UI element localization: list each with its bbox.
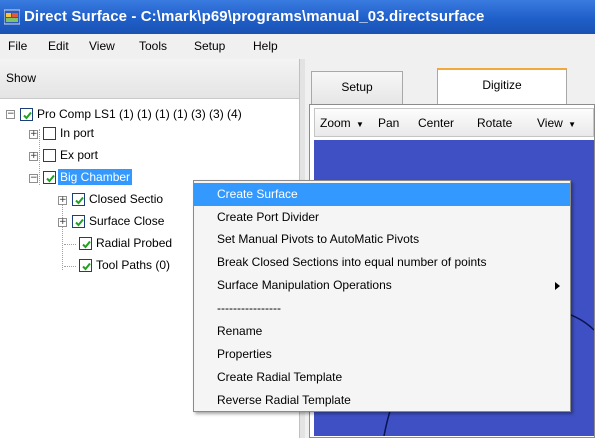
pan-button[interactable]: Pan [378,116,399,130]
tree-node-label[interactable]: Closed Sectio [87,191,165,207]
tree-node-tool-paths[interactable]: Tool Paths (0) [0,257,195,275]
menu-rename[interactable]: Rename [194,320,570,343]
checkbox-checked-icon[interactable] [20,108,33,121]
checkbox-checked-icon[interactable] [79,237,92,250]
dropdown-arrow-icon: ▼ [356,120,364,129]
checkbox-unchecked-icon[interactable] [43,127,56,140]
tree-node-pro-comp[interactable]: − Pro Comp LS1 (1) (1) (1) (1) (3) (3) (… [0,106,299,124]
submenu-arrow-icon [555,282,560,290]
checkbox-checked-icon[interactable] [79,259,92,272]
menu-break-closed-sections[interactable]: Break Closed Sections into equal number … [194,251,570,274]
window-title: Direct Surface - C:\mark\p69\programs\ma… [24,8,485,25]
tree-node-ex-port[interactable]: + Ex port [0,147,200,165]
menu-reverse-radial-template[interactable]: Reverse Radial Template [194,389,570,412]
dropdown-arrow-icon: ▼ [568,120,577,129]
expand-toggle-icon[interactable]: + [29,152,38,161]
menu-create-surface[interactable]: Create Surface [194,183,570,206]
context-menu: Create Surface Create Port Divider Set M… [193,180,571,412]
menu-properties[interactable]: Properties [194,343,570,366]
tab-digitize[interactable]: Digitize [437,68,567,105]
menu-view[interactable]: View [89,39,115,53]
tree-node-label[interactable]: Ex port [58,147,100,163]
tree-node-label[interactable]: Surface Close [87,213,166,229]
menu-separator: ---------------- [217,301,281,315]
menu-tools[interactable]: Tools [139,39,167,53]
view-label: View [537,116,563,130]
menu-surface-manipulation[interactable]: Surface Manipulation Operations [194,274,570,297]
menu-bar: File Edit View Tools Setup Help [0,34,595,59]
checkbox-checked-icon[interactable] [72,215,85,228]
zoom-label: Zoom [320,116,351,130]
tree-node-label[interactable]: In port [58,125,96,141]
app-icon [3,9,21,25]
collapse-toggle-icon[interactable]: − [6,110,15,119]
menu-help[interactable]: Help [253,39,278,53]
tree-node-surface-closed[interactable]: + Surface Close [0,213,195,231]
tab-setup[interactable]: Setup [311,71,403,104]
view-dropdown[interactable]: View ▼ [537,116,576,130]
menu-surface-manipulation-label: Surface Manipulation Operations [217,278,392,292]
checkbox-checked-icon[interactable] [43,171,56,184]
title-bar: Direct Surface - C:\mark\p69\programs\ma… [0,0,595,34]
menu-create-port-divider[interactable]: Create Port Divider [194,206,570,229]
collapse-toggle-icon[interactable]: − [29,174,38,183]
tree-node-label[interactable]: Tool Paths (0) [94,257,172,273]
tree-node-closed-sections[interactable]: + Closed Sectio [0,191,195,209]
menu-create-radial-template[interactable]: Create Radial Template [194,366,570,389]
checkbox-checked-icon[interactable] [72,193,85,206]
expand-toggle-icon[interactable]: + [58,218,67,227]
checkbox-unchecked-icon[interactable] [43,149,56,162]
view-toolbar: Zoom ▼ Pan Center Rotate View ▼ [314,108,594,137]
expand-toggle-icon[interactable]: + [58,196,67,205]
menu-setup[interactable]: Setup [194,39,225,53]
menu-edit[interactable]: Edit [48,39,69,53]
tree-node-label[interactable]: Big Chamber [58,169,133,185]
tree-node-in-port[interactable]: + In port [0,125,200,143]
tree-node-radial-probed[interactable]: Radial Probed [0,235,195,253]
rotate-button[interactable]: Rotate [477,116,512,130]
menu-file[interactable]: File [8,39,27,53]
expand-toggle-icon[interactable]: + [29,130,38,139]
tree-node-label[interactable]: Pro Comp LS1 (1) (1) (1) (1) (3) (3) (4) [35,106,244,122]
tree-node-big-chamber[interactable]: − Big Chamber [0,169,200,187]
tree-node-label[interactable]: Radial Probed [94,235,174,251]
show-label: Show [6,71,37,85]
center-button[interactable]: Center [418,116,454,130]
zoom-dropdown[interactable]: Zoom ▼ [320,116,364,130]
show-panel-header: Show [0,59,299,99]
menu-set-manual-pivots[interactable]: Set Manual Pivots to AutoMatic Pivots [194,228,570,251]
